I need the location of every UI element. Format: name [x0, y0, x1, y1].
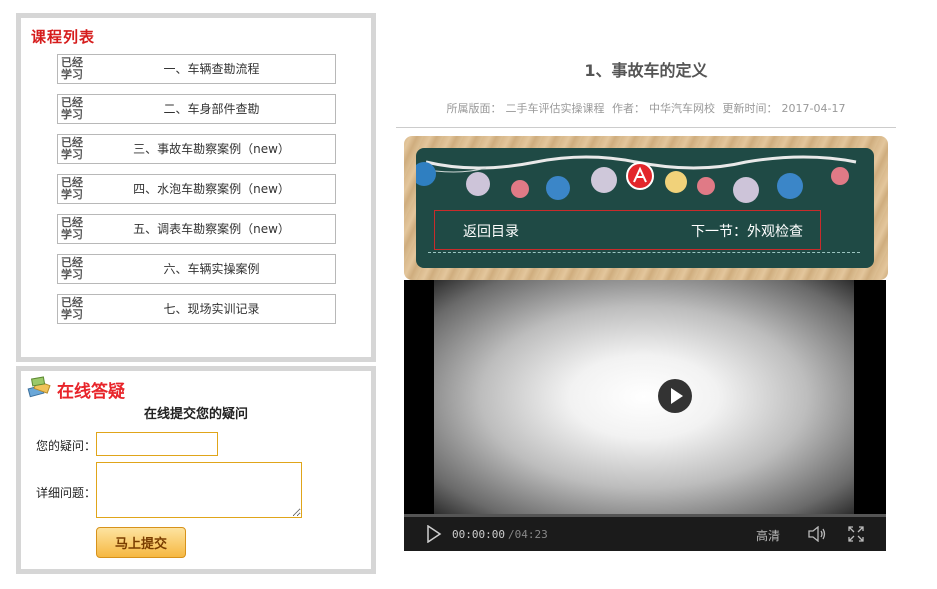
fullscreen-icon[interactable] — [848, 526, 864, 542]
divider — [396, 127, 896, 128]
back-to-catalog-link[interactable]: 返回目录 — [463, 221, 519, 241]
lesson-title[interactable]: 二、车身部件查勘 — [88, 95, 335, 123]
lesson-title[interactable]: 四、水泡车勘察案例（new） — [88, 175, 335, 203]
submit-button[interactable]: 马上提交 — [96, 527, 186, 558]
course-list-panel: 课程列表 已经学习 一、车辆查勘流程 已经学习 二、车身部件查勘 已经学习 三、… — [16, 13, 376, 362]
updated-value: 2017-04-17 — [781, 102, 846, 115]
lesson-status: 已经学习 — [61, 296, 83, 321]
lesson-item-1[interactable]: 已经学习 一、车辆查勘流程 — [57, 54, 336, 84]
play-icon[interactable] — [426, 525, 442, 543]
quality-selector[interactable]: 高清 — [756, 527, 780, 544]
brand-logo-icon — [626, 162, 654, 190]
video-player[interactable]: 00:00:00 /04:23 高清 — [404, 280, 886, 551]
question-input[interactable] — [96, 432, 218, 456]
volume-icon[interactable] — [807, 526, 827, 542]
lesson-status: 已经学习 — [61, 256, 83, 281]
lesson-status: 已经学习 — [61, 216, 83, 241]
current-time: 00:00:00 — [452, 528, 505, 541]
lesson-item-4[interactable]: 已经学习 四、水泡车勘察案例（new） — [57, 174, 336, 204]
lesson-item-7[interactable]: 已经学习 七、现场实训记录 — [57, 294, 336, 324]
detail-textarea[interactable] — [96, 462, 302, 518]
article-meta: 所属版面： 二手车评估实操课程 作者： 中华汽车网校 更新时间： 2017-04-17 — [396, 100, 896, 116]
article-title: 1、事故车的定义 — [584, 61, 708, 80]
chalkboard: 返回目录 下一节：外观检查 — [416, 148, 874, 268]
updated-label: 更新时间： — [722, 102, 778, 115]
lesson-title[interactable]: 三、事故车勘察案例（new） — [88, 135, 335, 163]
lesson-status: 已经学习 — [61, 176, 83, 201]
duration: /04:23 — [508, 528, 548, 541]
lesson-title[interactable]: 一、车辆查勘流程 — [88, 55, 335, 83]
lesson-item-6[interactable]: 已经学习 六、车辆实操案例 — [57, 254, 336, 284]
online-qa-panel: 在线答疑 在线提交您的疑问 您的疑问： 详细问题： 马上提交 — [16, 366, 376, 574]
section-value: 二手车评估实操课程 — [505, 102, 605, 115]
lesson-title[interactable]: 七、现场实训记录 — [88, 295, 335, 323]
author-value: 中华汽车网校 — [649, 102, 716, 115]
chapter-nav: 返回目录 下一节：外观检查 — [434, 210, 821, 250]
course-list-title: 课程列表 — [31, 28, 96, 46]
detail-label: 详细问题： — [36, 486, 97, 500]
lesson-status: 已经学习 — [61, 96, 83, 121]
dashed-divider — [428, 252, 860, 253]
big-play-button[interactable] — [658, 379, 692, 413]
lesson-item-3[interactable]: 已经学习 三、事故车勘察案例（new） — [57, 134, 336, 164]
lesson-title[interactable]: 六、车辆实操案例 — [88, 255, 335, 283]
qa-subtitle: 在线提交您的疑问 — [143, 407, 248, 422]
course-banner: 返回目录 下一节：外观检查 — [404, 136, 888, 280]
lesson-status: 已经学习 — [61, 56, 83, 81]
lesson-item-5[interactable]: 已经学习 五、调表车勘察案例（new） — [57, 214, 336, 244]
control-bar: 00:00:00 /04:23 高清 — [404, 517, 886, 551]
question-label: 您的疑问： — [36, 439, 97, 453]
section-label: 所属版面： — [446, 102, 502, 115]
lesson-item-2[interactable]: 已经学习 二、车身部件查勘 — [57, 94, 336, 124]
qa-title: 在线答疑 — [57, 382, 125, 402]
lesson-status: 已经学习 — [61, 136, 83, 161]
next-lesson-link[interactable]: 下一节：外观检查 — [691, 221, 803, 241]
lesson-title[interactable]: 五、调表车勘察案例（new） — [88, 215, 335, 243]
video-screen[interactable] — [434, 280, 854, 514]
author-label: 作者： — [612, 102, 646, 115]
books-icon — [27, 376, 51, 398]
